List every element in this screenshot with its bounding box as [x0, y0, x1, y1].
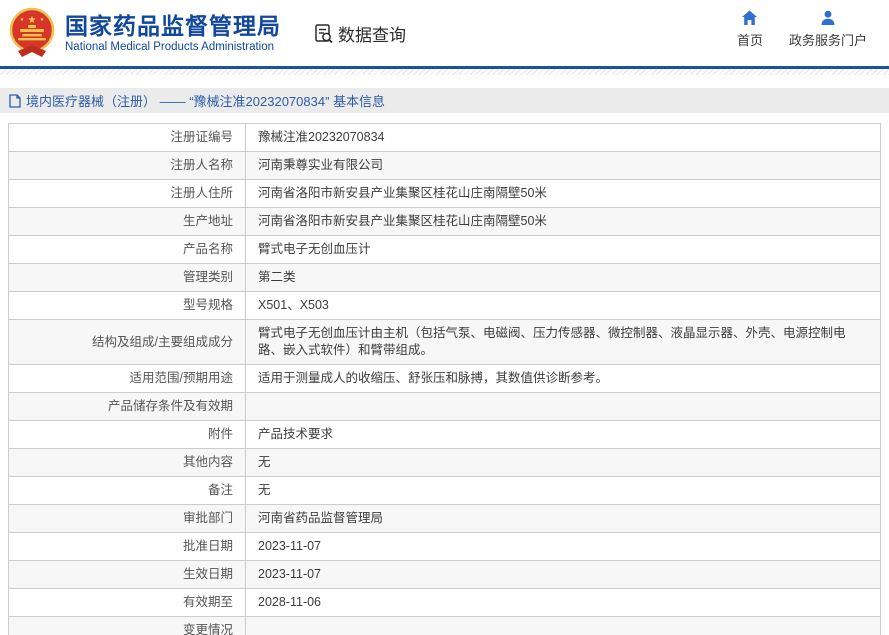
data-query-tab[interactable]: 数据查询: [313, 21, 406, 46]
row-label: 变更情况: [8, 616, 246, 635]
table-row: 注册人住所 河南省洛阳市新安县产业集聚区桂花山庄南隔壁50米: [8, 179, 881, 208]
row-value: 河南省洛阳市新安县产业集聚区桂花山庄南隔壁50米: [245, 207, 881, 236]
org-name: 国家药品监督管理局: [65, 13, 281, 39]
row-value: 臂式电子无创血压计: [245, 235, 881, 264]
row-value: 豫械注准20232070834: [245, 123, 881, 152]
person-icon: [821, 10, 835, 25]
table-row: 审批部门 河南省药品监督管理局: [8, 504, 881, 533]
row-label: 有效期至: [8, 588, 246, 617]
document-search-icon: [315, 23, 333, 43]
row-label: 注册证编号: [8, 123, 246, 152]
row-label: 注册人名称: [8, 151, 246, 180]
row-value: 河南省药品监督管理局: [245, 504, 881, 533]
data-query-label: 数据查询: [338, 25, 406, 45]
table-row: 批准日期 2023-11-07: [8, 532, 881, 561]
row-value: 2023-11-07: [245, 532, 881, 561]
breadcrumb: 境内医疗器械（注册） —— “豫械注准20232070834” 基本信息: [26, 94, 386, 109]
hatched-strip: [0, 69, 889, 75]
row-label: 生效日期: [8, 560, 246, 589]
nmpa-emblem-logo: ★ ★ ★: [9, 7, 55, 57]
row-label: 其他内容: [8, 448, 246, 477]
row-label: 结构及组成/主要组成成分: [8, 319, 246, 365]
header-nav: 首页 政务服务门户: [737, 10, 867, 49]
row-value: 2028-11-06: [245, 588, 881, 617]
row-value: 无: [245, 448, 881, 477]
table-row: 变更情况: [8, 616, 881, 635]
row-value: 无: [245, 476, 881, 505]
row-value: 产品技术要求: [245, 420, 881, 449]
table-row: 结构及组成/主要组成成分 臂式电子无创血压计由主机（包括气泵、电磁阀、压力传感器、…: [8, 319, 881, 365]
row-label: 备注: [8, 476, 246, 505]
nav-gov-portal-label: 政务服务门户: [788, 33, 867, 48]
info-table-body: 注册证编号 豫械注准20232070834 注册人名称 河南秉尊实业有限公司 注册人住所…: [8, 123, 881, 635]
row-value: 第二类: [245, 263, 881, 292]
row-label: 注册人住所: [8, 179, 246, 208]
row-value: 臂式电子无创血压计由主机（包括气泵、电磁阀、压力传感器、微控制器、液晶显示器、外…: [245, 319, 881, 365]
row-label: 附件: [8, 420, 246, 449]
page-icon: [9, 93, 21, 108]
row-label: 管理类别: [8, 263, 246, 292]
row-value: 河南秉尊实业有限公司: [245, 151, 881, 180]
table-row: 注册证编号 豫械注准20232070834: [8, 123, 881, 152]
table-row: 生效日期 2023-11-07: [8, 560, 881, 589]
row-label: 型号规格: [8, 291, 246, 320]
table-row: 附件 产品技术要求: [8, 420, 881, 449]
svg-text:★: ★: [28, 15, 37, 26]
row-value: 2023-11-07: [245, 560, 881, 589]
table-row: 产品名称 臂式电子无创血压计: [8, 235, 881, 264]
row-label: 适用范围/预期用途: [8, 364, 246, 393]
row-value: [245, 616, 881, 635]
row-value: X501、X503: [245, 291, 881, 320]
row-label: 审批部门: [8, 504, 246, 533]
home-icon: [742, 10, 758, 25]
site-header: ★ ★ ★ 国家药品监督管理局 National Medical Product…: [0, 0, 889, 66]
svg-text:★: ★: [40, 17, 45, 23]
table-row: 生产地址 河南省洛阳市新安县产业集聚区桂花山庄南隔壁50米: [8, 207, 881, 236]
row-value: [245, 392, 881, 421]
table-row: 管理类别 第二类: [8, 263, 881, 292]
table-row: 备注无: [8, 476, 881, 505]
row-label: 产品名称: [8, 235, 246, 264]
row-label: 产品储存条件及有效期: [8, 392, 246, 421]
org-title-block: 国家药品监督管理局 National Medical Products Admi…: [65, 13, 281, 53]
org-name-english: National Medical Products Administration: [65, 41, 275, 53]
nav-home-label: 首页: [736, 33, 763, 48]
breadcrumb-bar: 境内医疗器械（注册） —— “豫械注准20232070834” 基本信息: [0, 88, 889, 113]
table-row: 适用范围/预期用途 适用于测量成人的收缩压、舒张压和脉搏，其数值供诊断参考。: [8, 364, 881, 393]
row-value: 适用于测量成人的收缩压、舒张压和脉搏，其数值供诊断参考。: [245, 364, 881, 393]
nav-item-gov-portal[interactable]: 政务服务门户: [789, 10, 867, 49]
nav-item-home[interactable]: 首页: [737, 10, 763, 49]
row-value: 河南省洛阳市新安县产业集聚区桂花山庄南隔壁50米: [245, 179, 881, 208]
svg-text:★: ★: [20, 17, 25, 23]
row-label: 生产地址: [8, 207, 246, 236]
table-row: 注册人名称 河南秉尊实业有限公司: [8, 151, 881, 180]
table-row: 产品储存条件及有效期: [8, 392, 881, 421]
registration-info-table: 注册证编号 豫械注准20232070834 注册人名称 河南秉尊实业有限公司 注册人住所…: [8, 123, 881, 635]
table-row: 有效期至 2028-11-06: [8, 588, 881, 617]
table-row: 其他内容无: [8, 448, 881, 477]
row-label: 批准日期: [8, 532, 246, 561]
table-row: 型号规格 X501、X503: [8, 291, 881, 320]
